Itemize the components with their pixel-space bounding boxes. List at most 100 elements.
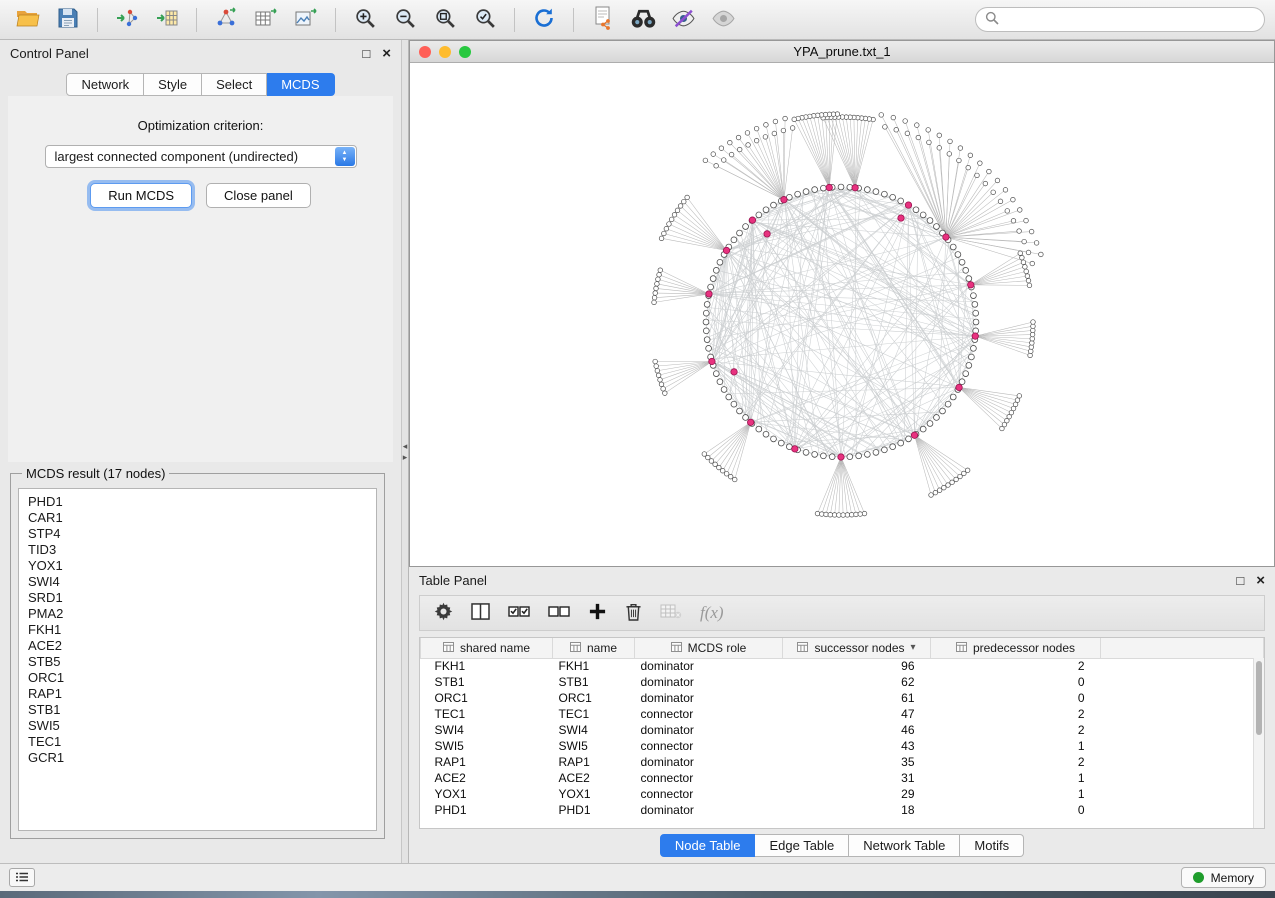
table-row[interactable]: SWI4SWI4dominator462 <box>421 722 1264 738</box>
task-history-button[interactable] <box>9 868 35 887</box>
tab-edge-table[interactable]: Edge Table <box>755 834 849 857</box>
network-search-box[interactable] <box>975 7 1265 32</box>
collapse-right-icon[interactable]: ▸ <box>403 453 408 461</box>
tab-motifs[interactable]: Motifs <box>960 834 1024 857</box>
table-row[interactable]: FKH1FKH1dominator962 <box>421 658 1264 674</box>
table-row[interactable]: YOX1YOX1connector291 <box>421 786 1264 802</box>
network-canvas[interactable] <box>410 63 1274 566</box>
sort-caret-icon[interactable]: ▾ <box>911 642 916 653</box>
close-panel-icon[interactable]: × <box>382 46 391 61</box>
result-item[interactable]: SWI5 <box>28 718 367 734</box>
panel-splitter[interactable]: ◂ ▸ <box>401 40 409 863</box>
result-item[interactable]: SWI4 <box>28 574 367 590</box>
scrollbar-thumb[interactable] <box>1256 661 1262 735</box>
export-table-button[interactable] <box>248 5 284 35</box>
result-item[interactable]: ACE2 <box>28 638 367 654</box>
result-item[interactable]: ORC1 <box>28 670 367 686</box>
refresh-button[interactable] <box>526 5 562 35</box>
result-item[interactable]: YOX1 <box>28 558 367 574</box>
delete-row-button[interactable] <box>625 602 642 624</box>
table-tabs: Node TableEdge TableNetwork TableMotifs <box>409 834 1275 857</box>
birds-eye-view-button[interactable] <box>705 5 741 35</box>
mcds-result-title: MCDS result (17 nodes) <box>22 466 169 481</box>
tab-mcds[interactable]: MCDS <box>267 73 334 96</box>
table-row[interactable]: TEC1TEC1connector472 <box>421 706 1264 722</box>
result-item[interactable]: PHD1 <box>28 494 367 510</box>
column-header-name[interactable]: name <box>553 638 635 658</box>
column-header-icon <box>797 641 808 655</box>
close-panel-icon[interactable]: × <box>1256 573 1265 588</box>
tab-network-table[interactable]: Network Table <box>849 834 960 857</box>
graphics-details-button[interactable] <box>665 5 701 35</box>
toolbar-separator <box>196 8 197 32</box>
search-input[interactable] <box>1005 13 1255 27</box>
result-item[interactable]: STP4 <box>28 526 367 542</box>
float-panel-icon[interactable]: □ <box>362 47 370 60</box>
zoom-in-icon <box>354 7 377 33</box>
table-row[interactable]: SWI5SWI5connector431 <box>421 738 1264 754</box>
table-row[interactable]: ORC1ORC1dominator610 <box>421 690 1264 706</box>
result-item[interactable]: FKH1 <box>28 622 367 638</box>
zoom-out-button[interactable] <box>387 5 423 35</box>
tab-network[interactable]: Network <box>66 73 144 96</box>
network-window: YPA_prune.txt_1 <box>409 40 1275 567</box>
import-table-button[interactable] <box>149 5 185 35</box>
tab-node-table[interactable]: Node Table <box>660 834 756 857</box>
mcds-result-list[interactable]: PHD1CAR1STP4TID3YOX1SWI4SRD1PMA2FKH1ACE2… <box>18 488 377 831</box>
export-image-button[interactable] <box>288 5 324 35</box>
eye-slash-icon <box>671 8 696 32</box>
add-row-button[interactable] <box>588 602 607 624</box>
result-item[interactable]: TID3 <box>28 542 367 558</box>
result-item[interactable]: RAP1 <box>28 686 367 702</box>
column-header-predecessor-nodes[interactable]: predecessor nodes <box>931 638 1101 658</box>
select-all-button[interactable] <box>508 603 530 624</box>
collapse-left-icon[interactable]: ◂ <box>403 442 408 450</box>
table-scrollbar[interactable] <box>1253 658 1264 828</box>
result-item[interactable]: STB5 <box>28 654 367 670</box>
clone-network-button[interactable] <box>585 5 621 35</box>
zoom-in-button[interactable] <box>347 5 383 35</box>
result-item[interactable]: GCR1 <box>28 750 367 766</box>
result-item[interactable]: STB1 <box>28 702 367 718</box>
import-network-button[interactable] <box>109 5 145 35</box>
close-panel-button[interactable]: Close panel <box>206 183 311 208</box>
tab-style[interactable]: Style <box>144 73 202 96</box>
result-item[interactable]: SRD1 <box>28 590 367 606</box>
delete-table-button[interactable] <box>660 604 682 622</box>
save-session-button[interactable] <box>50 5 86 35</box>
result-item[interactable]: CAR1 <box>28 510 367 526</box>
column-header-MCDS-role[interactable]: MCDS role <box>635 638 783 658</box>
table-row[interactable]: RAP1RAP1dominator352 <box>421 754 1264 770</box>
column-header-shared-name[interactable]: shared name <box>421 638 553 658</box>
zoom-selected-button[interactable] <box>467 5 503 35</box>
show-columns-button[interactable] <box>471 603 490 623</box>
toolbar-separator <box>514 8 515 32</box>
import-table-icon <box>155 7 179 32</box>
list-icon <box>15 870 29 885</box>
result-item[interactable]: PMA2 <box>28 606 367 622</box>
search-network-button[interactable] <box>625 5 661 35</box>
table-row[interactable]: ACE2ACE2connector311 <box>421 770 1264 786</box>
run-mcds-button[interactable]: Run MCDS <box>90 183 192 208</box>
tab-select[interactable]: Select <box>202 73 267 96</box>
dropdown-stepper-icon: ▲▼ <box>335 147 355 166</box>
export-image-icon <box>294 7 318 32</box>
table-settings-button[interactable] <box>434 602 453 624</box>
column-header-successor-nodes[interactable]: successor nodes▾ <box>783 638 931 658</box>
table-row[interactable]: STB1STB1dominator620 <box>421 674 1264 690</box>
result-item[interactable]: TEC1 <box>28 734 367 750</box>
column-header-icon <box>443 641 454 655</box>
zoom-fit-button[interactable] <box>427 5 463 35</box>
floppy-icon <box>57 7 79 32</box>
function-builder-button[interactable]: f(x) <box>700 603 724 623</box>
optimization-dropdown[interactable]: largest connected component (undirected)… <box>45 145 357 168</box>
control-panel-header: Control Panel □ × <box>0 40 401 66</box>
deselect-all-button[interactable] <box>548 603 570 624</box>
document-share-icon <box>592 6 614 33</box>
main-toolbar <box>0 0 1275 40</box>
export-network-button[interactable] <box>208 5 244 35</box>
open-session-button[interactable] <box>10 5 46 35</box>
table-row[interactable]: PHD1PHD1dominator180 <box>421 802 1264 818</box>
memory-button[interactable]: Memory <box>1181 867 1266 888</box>
float-panel-icon[interactable]: □ <box>1236 574 1244 587</box>
